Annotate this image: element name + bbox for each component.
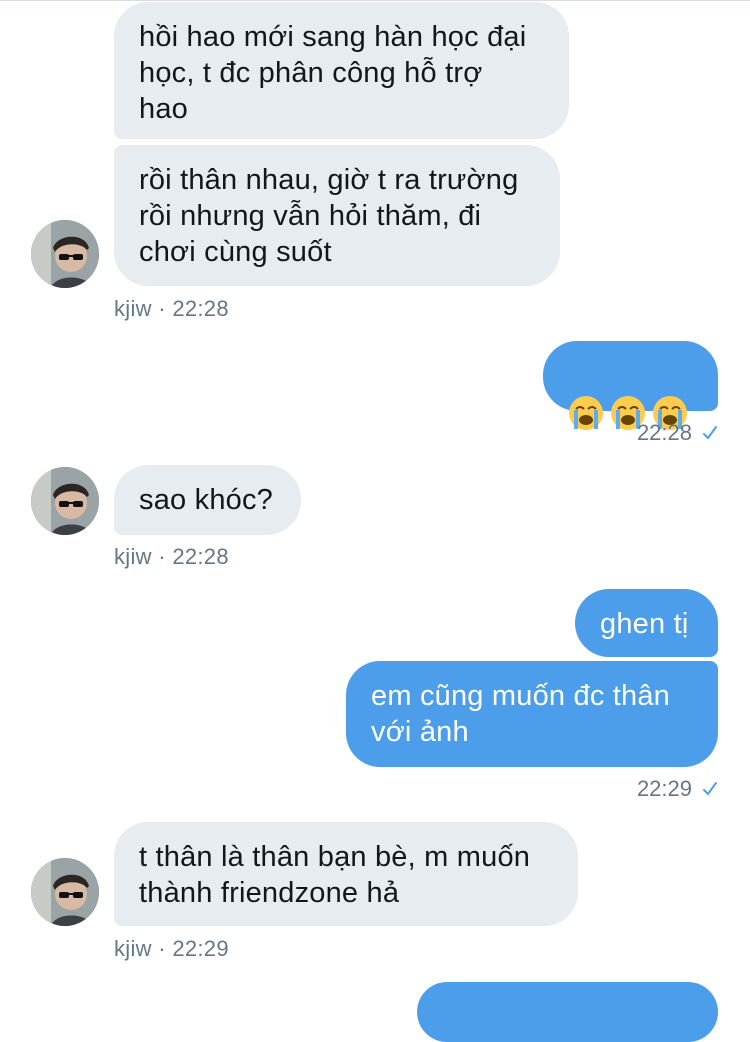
- message-bubble-outgoing[interactable]: ghen tị: [575, 589, 718, 657]
- avatar-photo-icon: [31, 858, 99, 926]
- message-bubble-incoming[interactable]: t thân là thân bạn bè, m muốn thành frie…: [114, 822, 578, 926]
- read-check-icon: [703, 782, 717, 796]
- message-bubble-incoming[interactable]: rồi thân nhau, giờ t ra trường rồi nhưng…: [114, 145, 560, 286]
- loudly-crying-face-icon: [569, 396, 603, 431]
- message-meta-incoming: kjiw · 22:29: [114, 936, 229, 961]
- message-bubble-outgoing[interactable]: [543, 341, 718, 431]
- timestamp: 22:29: [636, 776, 692, 801]
- header-divider: [0, 0, 750, 1]
- message-bubble-incoming[interactable]: hồi hao mới sang hàn học đại học, t đc p…: [114, 2, 569, 139]
- avatar-photo-icon: [31, 467, 99, 535]
- timestamp: 22:28: [636, 420, 692, 445]
- message-meta-outgoing: 22:28: [637, 420, 718, 446]
- avatar[interactable]: [31, 858, 99, 926]
- message-meta-incoming: kjiw · 22:28: [114, 296, 229, 321]
- message-bubble-outgoing[interactable]: em cũng muốn đc thân với ảnh: [346, 661, 718, 767]
- avatar[interactable]: [31, 467, 99, 535]
- message-bubble-incoming[interactable]: sao khóc?: [114, 465, 301, 535]
- read-check-icon: [703, 426, 717, 440]
- message-meta-incoming: kjiw · 22:28: [114, 544, 229, 569]
- message-bubble-outgoing-partial[interactable]: [417, 982, 718, 1042]
- message-meta-outgoing: 22:29: [637, 776, 718, 802]
- avatar[interactable]: [31, 220, 99, 288]
- avatar-photo-icon: [31, 220, 99, 288]
